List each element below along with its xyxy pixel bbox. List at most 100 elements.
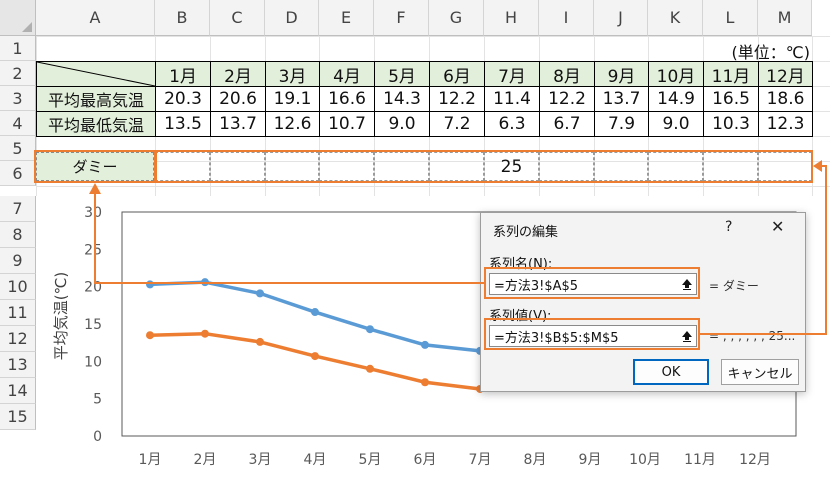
value-cell[interactable]: 7.9	[594, 111, 649, 137]
column-header[interactable]: K	[648, 0, 703, 36]
empty-cell[interactable]	[703, 152, 758, 181]
month-header-cell[interactable]: 12月	[758, 61, 813, 87]
column-header[interactable]: G	[429, 0, 484, 36]
value-cell[interactable]: 6.7	[539, 111, 595, 137]
month-header-cell[interactable]: 3月	[265, 61, 320, 87]
data-point[interactable]	[366, 325, 374, 334]
value-cell[interactable]: 12.3	[758, 111, 813, 137]
data-point[interactable]	[201, 329, 209, 338]
column-header[interactable]: F	[374, 0, 429, 36]
month-header-cell[interactable]: 5月	[374, 61, 430, 87]
column-header[interactable]: C	[210, 0, 265, 36]
series-name-input[interactable]: =方法3!$A$5	[489, 273, 697, 295]
empty-cell[interactable]	[265, 152, 319, 181]
column-header[interactable]: E	[319, 0, 374, 36]
row-header[interactable]: 7	[0, 196, 36, 222]
column-header[interactable]: D	[265, 0, 319, 36]
month-header-cell[interactable]: 4月	[319, 61, 375, 87]
data-point[interactable]	[146, 331, 154, 340]
value-cell[interactable]: 19.1	[265, 86, 320, 112]
column-header[interactable]: L	[703, 0, 758, 36]
row-header[interactable]: 5	[0, 136, 36, 161]
column-header[interactable]: B	[155, 0, 210, 36]
value-cell[interactable]: 18.6	[758, 86, 813, 112]
data-point[interactable]	[256, 337, 264, 346]
empty-cell[interactable]	[374, 152, 429, 181]
column-header[interactable]: I	[539, 0, 594, 36]
value-cell[interactable]: 6.3	[484, 111, 540, 137]
empty-cell[interactable]	[758, 152, 812, 181]
month-header-cell[interactable]: 10月	[648, 61, 704, 87]
column-header[interactable]: M	[758, 0, 812, 36]
month-header-cell[interactable]: 9月	[594, 61, 649, 87]
ok-button[interactable]: OK	[633, 359, 709, 385]
value-cell[interactable]: 14.3	[374, 86, 430, 112]
value-cell[interactable]: 20.3	[155, 86, 211, 112]
empty-cell[interactable]	[594, 152, 648, 181]
column-header[interactable]: J	[594, 0, 648, 36]
series-values-input[interactable]: =方法3!$B$5:$M$5	[489, 325, 697, 347]
help-icon[interactable]: ?	[725, 219, 732, 235]
diagonal-header-cell[interactable]	[36, 61, 156, 87]
data-point[interactable]	[421, 378, 429, 387]
value-cell[interactable]: 13.7	[594, 86, 649, 112]
month-header-cell[interactable]: 8月	[539, 61, 595, 87]
cancel-button[interactable]: キャンセル	[721, 359, 799, 385]
value-cell[interactable]: 13.7	[210, 111, 266, 137]
close-icon[interactable]: ✕	[771, 217, 784, 236]
value-cell[interactable]: 9.0	[374, 111, 430, 137]
row-header[interactable]: 9	[0, 248, 36, 274]
select-all-corner[interactable]	[0, 0, 36, 36]
row-header[interactable]: 8	[0, 222, 36, 248]
month-header-cell[interactable]: 7月	[484, 61, 540, 87]
row-header[interactable]: 4	[0, 111, 36, 136]
empty-cell[interactable]	[429, 152, 484, 181]
value-cell[interactable]: 12.2	[539, 86, 595, 112]
empty-cell[interactable]	[539, 152, 594, 181]
month-header-cell[interactable]: 2月	[210, 61, 266, 87]
collapse-dialog-icon[interactable]	[677, 326, 697, 346]
value-cell[interactable]: 16.5	[703, 86, 759, 112]
empty-cell[interactable]	[648, 152, 703, 181]
value-cell[interactable]: 16.6	[319, 86, 375, 112]
value-cell[interactable]: 7.2	[429, 111, 485, 137]
edit-series-dialog[interactable]: 系列の編集 ? ✕ 系列名(N): =方法3!$A$5 = ダミー 系列値(V)…	[480, 212, 806, 392]
column-header[interactable]: A	[36, 0, 155, 36]
row-label-cell[interactable]: 平均最高気温	[36, 86, 156, 112]
month-header-cell[interactable]: 11月	[703, 61, 759, 87]
value-cell[interactable]: 12.2	[429, 86, 485, 112]
empty-cell[interactable]	[319, 152, 374, 181]
row-header[interactable]: 13	[0, 352, 36, 378]
row-header[interactable]: 2	[0, 61, 36, 86]
row-header[interactable]: 3	[0, 86, 36, 111]
value-cell[interactable]: 13.5	[155, 111, 211, 137]
data-point[interactable]	[421, 340, 429, 349]
value-cell[interactable]: 12.6	[265, 111, 320, 137]
value-cell[interactable]: 11.4	[484, 86, 540, 112]
empty-cell[interactable]	[210, 152, 265, 181]
data-point[interactable]	[311, 308, 319, 317]
month-header-cell[interactable]: 6月	[429, 61, 485, 87]
dummy-label-cell[interactable]: ダミー	[36, 152, 154, 181]
empty-cell[interactable]	[155, 152, 210, 181]
month-header-cell[interactable]: 1月	[155, 61, 211, 87]
row-label-cell[interactable]: 平均最低気温	[36, 111, 156, 137]
data-point[interactable]	[201, 278, 209, 287]
row-header[interactable]: 12	[0, 326, 36, 352]
collapse-dialog-icon[interactable]	[677, 274, 697, 294]
data-point[interactable]	[256, 289, 264, 298]
row-header[interactable]: 6	[0, 161, 36, 186]
value-cell[interactable]: 9.0	[648, 111, 704, 137]
value-cell[interactable]: 10.3	[703, 111, 759, 137]
data-point[interactable]	[366, 364, 374, 373]
row-header[interactable]: 11	[0, 300, 36, 326]
value-cell[interactable]: 20.6	[210, 86, 266, 112]
data-point[interactable]	[146, 280, 154, 289]
row-header[interactable]: 14	[0, 378, 36, 404]
row-header[interactable]: 1	[0, 36, 36, 61]
column-header[interactable]: H	[484, 0, 539, 36]
value-cell[interactable]: 14.9	[648, 86, 704, 112]
data-point[interactable]	[311, 352, 319, 361]
dummy-value-cell[interactable]: 25	[484, 152, 539, 181]
row-header[interactable]: 15	[0, 404, 36, 430]
